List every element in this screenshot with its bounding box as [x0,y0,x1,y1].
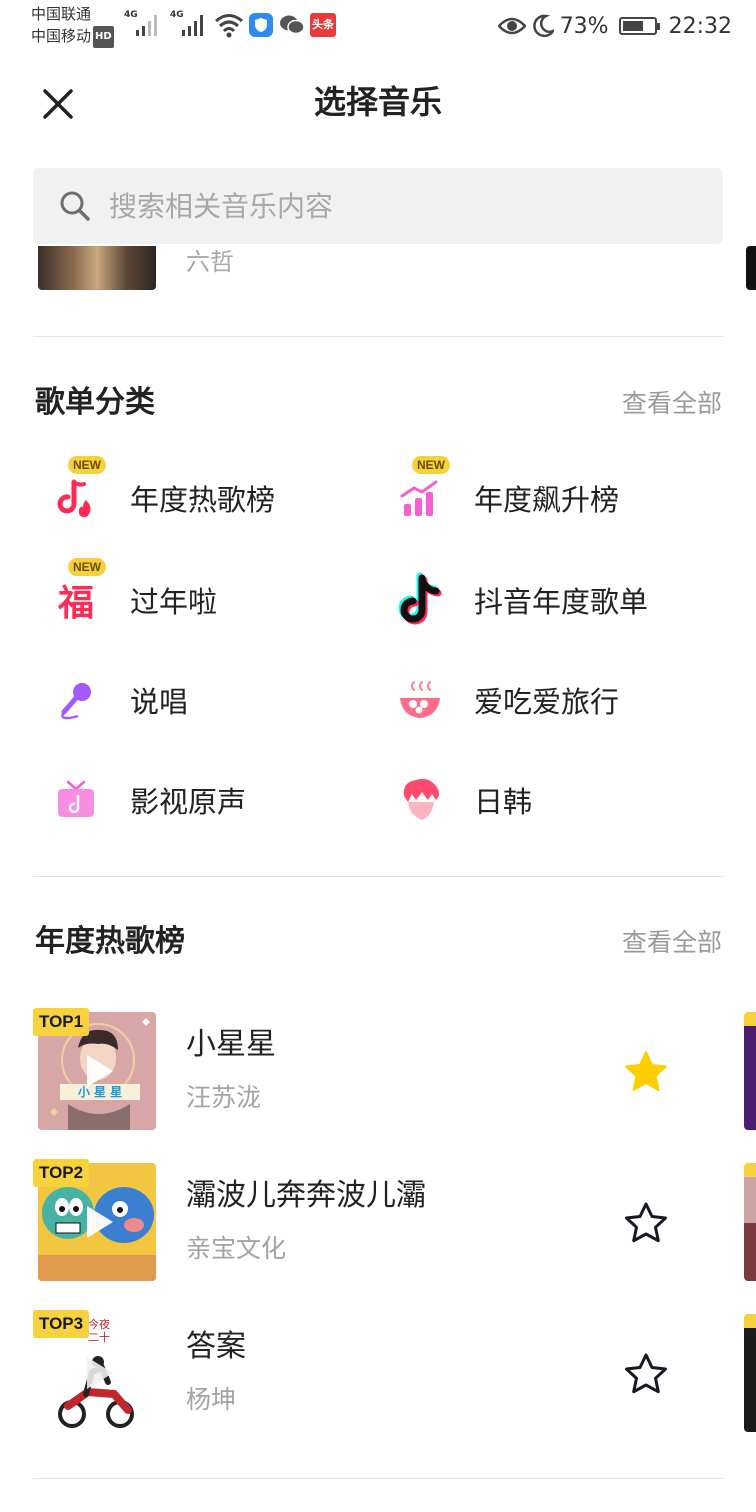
eye-icon [497,17,526,35]
tiktok-icon [392,572,448,628]
status-bar: 中国联通 中国移动 HD 4G 4G 头条 73% 22:32 [0,0,756,56]
shield-icon [249,13,273,37]
song-title: 灞波儿奔奔波儿灞 [186,1178,426,1213]
battery-icon [618,17,660,35]
search-icon [60,191,90,221]
music-cover-peek[interactable] [38,246,156,290]
see-all-categories-link[interactable]: 查看全部 [622,384,722,424]
rank-badge: TOP3 [33,1310,90,1338]
clock: 22:32 [668,13,732,39]
category-new-year[interactable]: 福 NEW 过年啦 [38,558,368,640]
category-label: 年度飙升榜 [474,483,620,517]
category-food-travel[interactable]: 爱吃爱旅行 [382,660,712,740]
hd-badge: HD [93,26,114,48]
divider [33,336,723,337]
carrier-info: 中国联通 中国移动 HD [31,3,114,48]
use-button-edge[interactable] [744,1012,756,1130]
category-annual-rising[interactable]: NEW 年度飙升榜 [382,456,712,538]
song-row[interactable]: 今夜 二十 TOP3 答案 杨坤 [0,1310,756,1434]
category-label: 日韩 [474,785,533,819]
see-all-hot-chart-link[interactable]: 查看全部 [622,923,722,963]
category-annual-hot[interactable]: NEW 年度热歌榜 [38,456,368,538]
page-title: 选择音乐 [313,83,442,121]
song-artist: 杨坤 [186,1385,237,1414]
carrier-2: 中国移动 [31,27,92,45]
peek-artist: 六哲 [186,248,234,276]
category-label: 影视原声 [130,785,247,819]
song-title: 小星星 [186,1027,276,1062]
song-artist: 汪苏泷 [186,1083,262,1112]
category-japan-korea[interactable]: 日韩 [382,760,712,840]
system-status: 73% 22:32 [497,12,732,40]
category-label: 年度热歌榜 [130,483,276,517]
star-filled-icon[interactable] [622,1048,670,1096]
star-outline-icon[interactable] [622,1199,670,1247]
food-bowl-icon [392,672,448,728]
new-badge: NEW [68,456,106,474]
play-icon [87,1357,113,1389]
search-input[interactable] [109,189,669,223]
new-badge: NEW [412,456,450,474]
song-artist: 亲宝文化 [186,1234,287,1263]
tv-icon [48,772,104,828]
hair-head-icon [392,772,448,828]
play-icon [87,1055,113,1087]
carrier-1: 中国联通 [31,5,92,23]
fire-note-icon: NEW [48,456,106,526]
wifi-icon [215,14,243,38]
use-button-peek[interactable] [746,246,756,290]
section-title-categories: 歌单分类 [35,385,155,420]
divider [33,876,723,877]
rising-chart-icon: NEW [392,456,450,526]
search-bar[interactable] [33,168,723,244]
moon-icon [532,14,554,38]
wechat-icon [280,15,305,35]
category-label: 爱吃爱旅行 [474,685,620,719]
song-title: 答案 [186,1329,246,1364]
song-row[interactable]: 小 星 星 TOP1 小星星 汪苏泷 [0,1008,756,1132]
star-outline-icon[interactable] [622,1350,670,1398]
use-button-edge[interactable] [744,1163,756,1281]
category-label: 过年啦 [130,585,218,619]
category-rap[interactable]: 说唱 [38,660,368,740]
category-label: 抖音年度歌单 [474,585,649,619]
microphone-icon [48,672,104,728]
rank-badge: TOP2 [33,1159,90,1187]
song-row[interactable]: TOP2 灞波儿奔奔波儿灞 亲宝文化 [0,1159,756,1283]
toutiao-icon: 头条 [310,13,336,37]
category-label: 说唱 [130,685,189,719]
battery-percent: 73% [559,13,609,39]
rank-badge: TOP1 [33,1008,90,1036]
use-button-edge[interactable] [744,1314,756,1432]
fu-icon: 福 NEW [48,558,106,628]
category-soundtrack[interactable]: 影视原声 [38,760,368,840]
play-icon [87,1206,113,1238]
category-douyin-annual[interactable]: 抖音年度歌单 [382,560,712,640]
divider [33,1478,723,1479]
section-title-hot-chart: 年度热歌榜 [35,924,185,959]
new-badge: NEW [68,558,106,576]
